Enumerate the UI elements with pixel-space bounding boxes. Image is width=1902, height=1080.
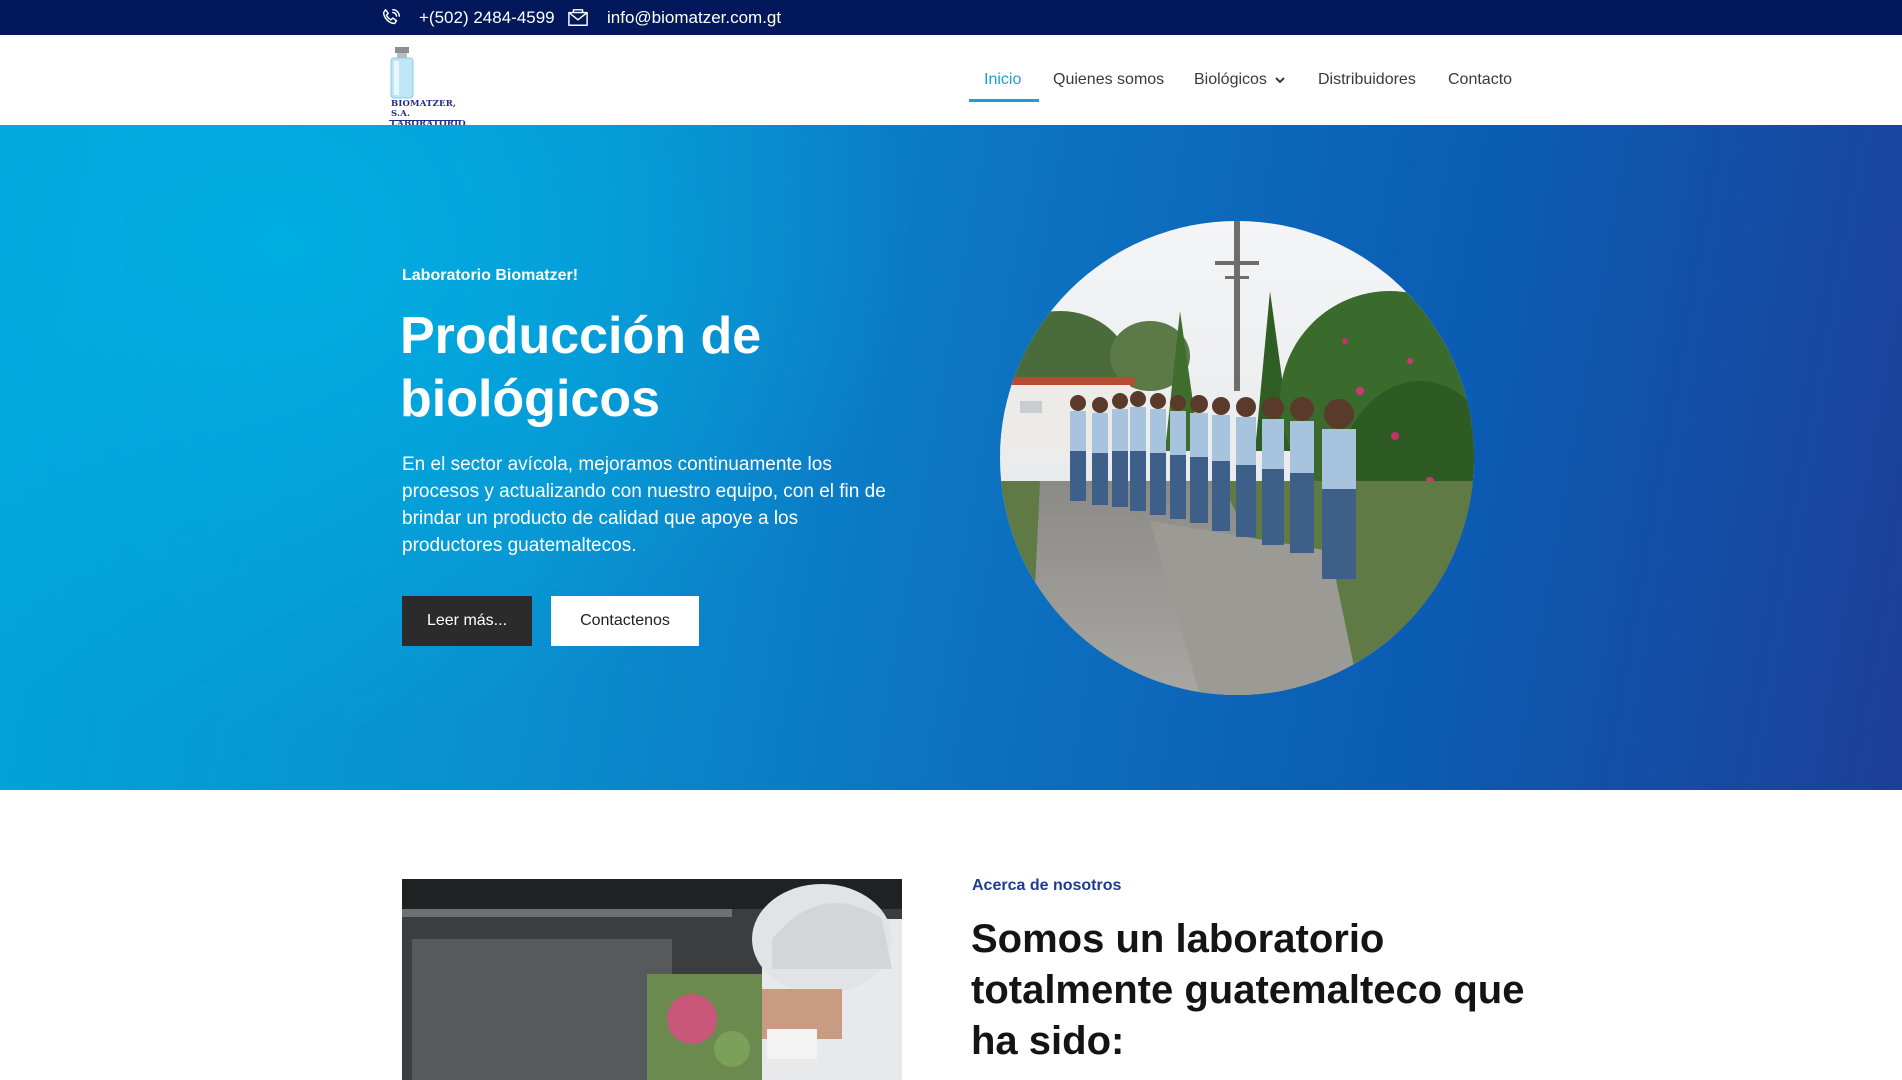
read-more-button[interactable]: Leer más... — [402, 596, 532, 646]
chevron-down-icon — [1275, 76, 1285, 84]
contact-button[interactable]: Contactenos — [551, 596, 699, 646]
hero-eyebrow: Laboratorio Biomatzer! — [402, 267, 579, 284]
logo-line-1: BIOMATZER, S.A. — [391, 99, 457, 119]
nav-biologicos[interactable]: Biológicos — [1194, 35, 1285, 125]
hero-section: Laboratorio Biomatzer! Producción de bio… — [0, 125, 1902, 790]
nav-distribuidores[interactable]: Distribuidores — [1318, 35, 1416, 125]
phone-icon — [380, 7, 402, 29]
nav-active-indicator — [969, 99, 1039, 102]
about-title: Somos un laboratorio totalmente guatemal… — [971, 917, 1525, 1063]
envelope-icon — [567, 8, 589, 28]
phone-number: +(502) 2484-4599 — [419, 7, 555, 27]
nav-inicio[interactable]: Inicio — [984, 35, 1021, 125]
logo-underline — [389, 120, 461, 121]
site-logo[interactable]: BIOMATZER, S.A. LABORATORIO — [385, 47, 477, 129]
nav-biologicos-label: Biológicos — [1194, 71, 1267, 88]
about-eyebrow: Acerca de nosotros — [972, 877, 1122, 894]
lab-photo — [402, 879, 902, 1080]
email-address: info@biomatzer.com.gt — [607, 7, 782, 27]
nav-contacto[interactable]: Contacto — [1448, 35, 1512, 125]
top-contact-bar: +(502) 2484-4599 info@biomatzer.com.gt — [0, 0, 1902, 35]
team-photo — [1000, 221, 1474, 695]
site-header: BIOMATZER, S.A. LABORATORIO Inicio Quien… — [0, 35, 1902, 129]
nav-quienes-somos[interactable]: Quienes somos — [1053, 35, 1164, 125]
hero-description: En el sector avícola, mejoramos continua… — [402, 454, 886, 556]
phone-link[interactable]: +(502) 2484-4599 — [380, 0, 555, 35]
email-link[interactable]: info@biomatzer.com.gt — [567, 0, 781, 35]
hero-title: Producción de biológicos — [400, 307, 762, 428]
